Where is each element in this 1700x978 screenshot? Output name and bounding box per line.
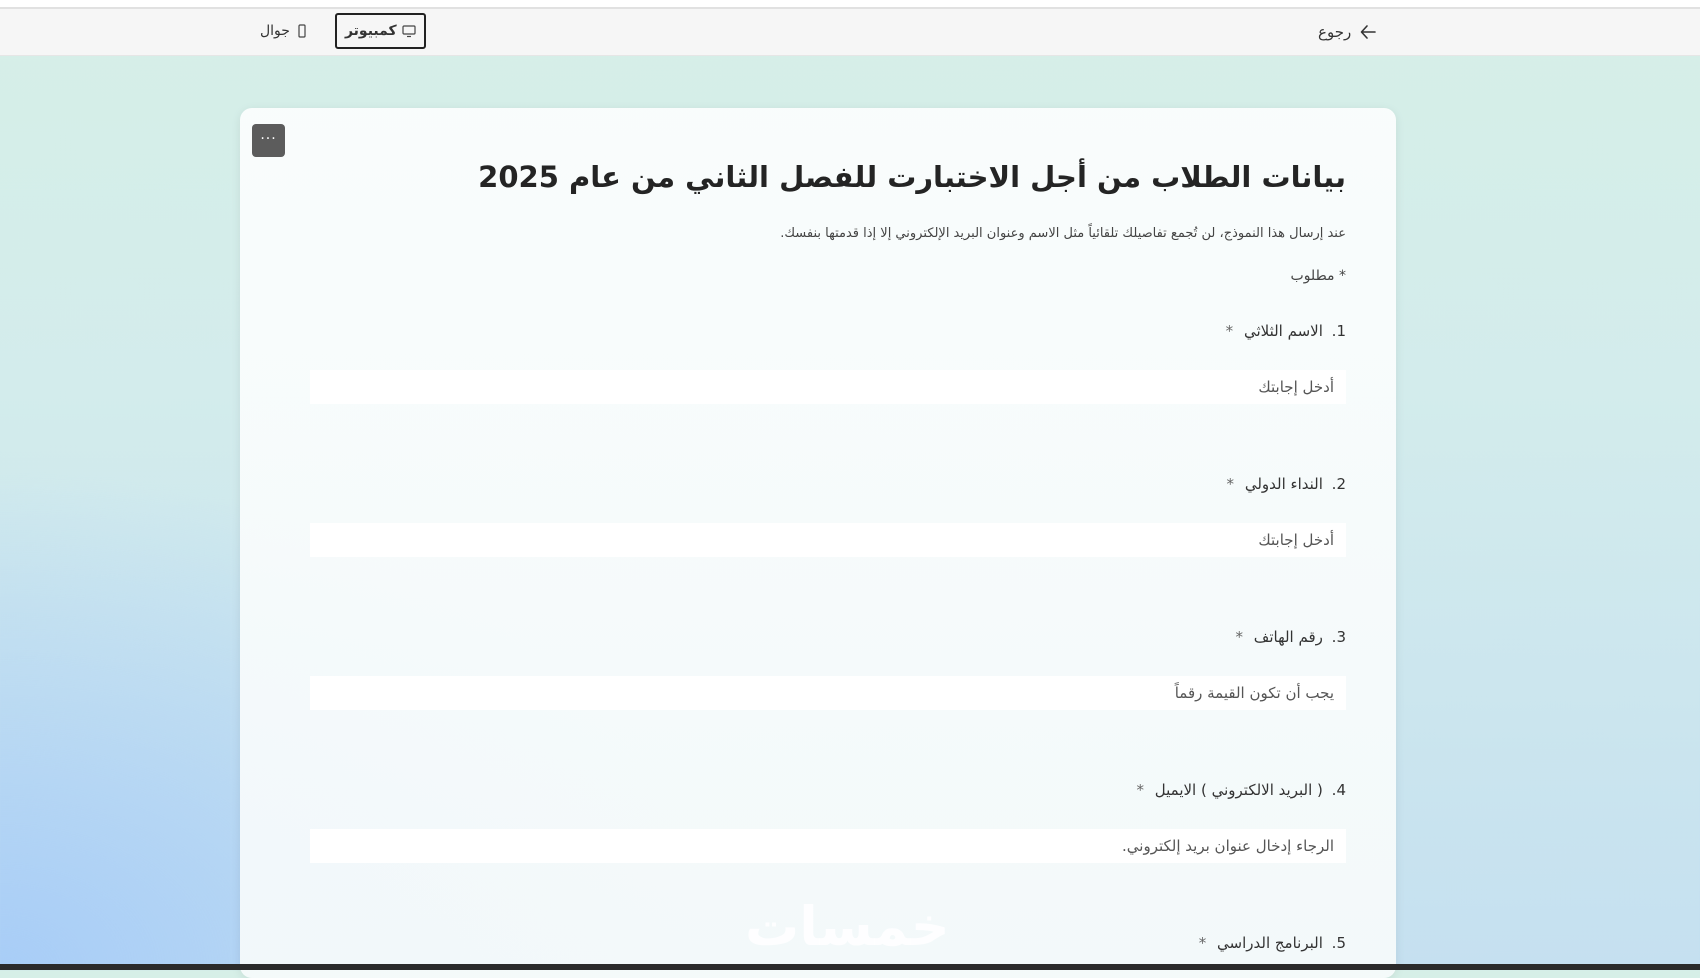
question-4: 4. ( البريد الالكتروني ) الايميل * الرجا… — [306, 781, 1346, 863]
back-button[interactable]: رجوع — [1318, 21, 1377, 43]
form-card: ··· بيانات الطلاب من أجل الاختبارت للفصل… — [240, 108, 1396, 978]
required-marker: * — [1198, 934, 1207, 952]
full-name-input[interactable]: أدخل إجابتك — [310, 370, 1346, 404]
email-input[interactable]: الرجاء إدخال عنوان بريد إلكتروني. — [310, 829, 1346, 863]
question-number: 4. — [1331, 781, 1346, 799]
question-number: 1. — [1331, 322, 1346, 340]
question-label: 1. الاسم الثلاثي * — [306, 322, 1346, 346]
phone-number-input[interactable]: يجب أن تكون القيمة رقماً — [310, 676, 1346, 710]
required-marker: * — [1136, 781, 1144, 799]
top-toolbar: جوال كمبيوتر رجوع — [0, 9, 1700, 56]
desktop-view-label: كمبيوتر — [344, 23, 397, 39]
view-toggle: جوال كمبيوتر — [252, 13, 426, 49]
watermark-logo: خمسات — [745, 895, 950, 958]
bottom-edge — [0, 964, 1700, 970]
question-text: الاسم الثلاثي — [1243, 322, 1323, 340]
question-3: 3. رقم الهاتف * يجب أن تكون القيمة رقماً — [306, 628, 1346, 710]
required-marker: * — [1235, 628, 1244, 646]
question-number: 3. — [1331, 628, 1346, 646]
question-label: 3. رقم الهاتف * — [306, 628, 1346, 652]
question-2: 2. النداء الدولي * أدخل إجابتك — [306, 475, 1346, 557]
question-label: 2. النداء الدولي * — [306, 475, 1346, 499]
form-title: بيانات الطلاب من أجل الاختبارت للفصل الث… — [478, 160, 1346, 194]
window-top-border — [0, 0, 1700, 9]
question-number: 2. — [1331, 475, 1346, 493]
country-code-input[interactable]: أدخل إجابتك — [310, 523, 1346, 557]
required-marker: * — [1225, 322, 1234, 340]
question-text: النداء الدولي — [1244, 475, 1323, 493]
question-number: 5. — [1331, 934, 1346, 952]
question-text: رقم الهاتف — [1253, 628, 1323, 646]
form-description: عند إرسال هذا النموذج، لن تُجمع تفاصيلك … — [780, 226, 1346, 241]
question-1: 1. الاسم الثلاثي * أدخل إجابتك — [306, 322, 1346, 404]
back-label: رجوع — [1318, 23, 1352, 41]
mobile-view-label: جوال — [260, 23, 290, 39]
question-text: ( البريد الالكتروني ) الايميل — [1154, 781, 1323, 799]
monitor-icon — [402, 25, 416, 38]
question-text: البرنامج الدراسي — [1217, 934, 1323, 952]
question-label: 4. ( البريد الالكتروني ) الايميل * — [306, 781, 1346, 805]
desktop-view-button[interactable]: كمبيوتر — [334, 13, 426, 49]
arrow-left-icon — [1360, 25, 1377, 39]
required-note: * مطلوب — [1290, 268, 1346, 284]
phone-icon — [298, 24, 306, 38]
more-options-button[interactable]: ··· — [252, 124, 285, 157]
required-marker: * — [1226, 475, 1235, 493]
mobile-view-button[interactable]: جوال — [252, 13, 317, 49]
